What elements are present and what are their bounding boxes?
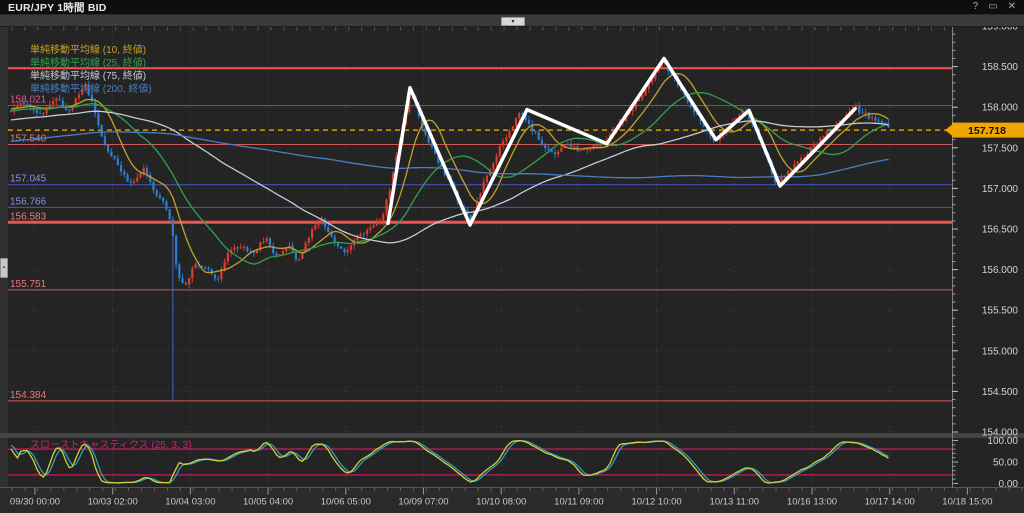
- legend-entry: 単純移動平均線 (75, 終値): [30, 69, 146, 82]
- time-tick-label: 10/03 02:00: [88, 497, 138, 508]
- window-controls: ? ▭ ✕: [973, 0, 1016, 14]
- time-tick-label: 10/09 07:00: [398, 497, 448, 508]
- titlebar: EUR/JPY 1時間 BID ? ▭ ✕: [0, 0, 1024, 14]
- time-tick-label: 10/13 11:00: [710, 497, 759, 508]
- level-label: 154.384: [10, 390, 47, 401]
- level-label: 156.766: [10, 196, 47, 207]
- time-tick-label: 10/06 05:00: [321, 497, 371, 508]
- stochastic-label: スローストキャスティクス (25, 3, 3): [30, 439, 191, 451]
- window-title: EUR/JPY 1時間 BID: [8, 0, 107, 15]
- time-tick-label: 10/10 08:00: [476, 497, 526, 508]
- time-tick-label: 10/11 09:00: [554, 497, 603, 508]
- current-price-value: 157.718: [968, 125, 1006, 137]
- help-button[interactable]: ?: [973, 0, 979, 14]
- time-tick-label: 10/04 03:00: [165, 497, 215, 508]
- level-label: 158.021: [10, 94, 47, 105]
- price-tick-label: 159.000: [982, 27, 1019, 33]
- price-tick-label: 158.000: [982, 103, 1019, 114]
- price-tick-label: 157.500: [982, 143, 1019, 154]
- restore-button[interactable]: ▭: [988, 0, 997, 14]
- side-panel-handle[interactable]: ▪: [0, 258, 8, 278]
- stoch-tick-label: 0.00: [999, 479, 1019, 490]
- toolbar-collapse-button[interactable]: ▾: [501, 17, 525, 26]
- price-chart-canvas[interactable]: 158.021157.540157.045156.766156.583155.7…: [0, 27, 1024, 513]
- price-tick-label: 158.500: [982, 62, 1019, 73]
- time-tick-label: 10/05 04:00: [243, 497, 293, 508]
- price-tick-label: 156.500: [982, 225, 1019, 236]
- chart-background: [0, 27, 1024, 488]
- price-tick-label: 154.500: [982, 387, 1019, 398]
- time-tick-label: 10/18 15:00: [942, 497, 992, 508]
- chart-window: EUR/JPY 1時間 BID ? ▭ ✕ ▾ 158.021157.54015…: [0, 0, 1024, 513]
- current-price-badge: 157.718: [945, 123, 1024, 138]
- level-label: 155.751: [10, 279, 47, 290]
- legend-entry: 単純移動平均線 (25, 終値): [30, 56, 146, 69]
- price-tick-label: 155.000: [982, 346, 1019, 357]
- time-tick-label: 09/30 00:00: [10, 497, 60, 508]
- time-tick-label: 10/12 10:00: [632, 497, 682, 508]
- legend-entry: 単純移動平均線 (10, 終値): [30, 43, 146, 56]
- level-label: 156.583: [10, 211, 47, 222]
- close-button[interactable]: ✕: [1008, 0, 1016, 14]
- stoch-tick-label: 100.00: [987, 436, 1018, 447]
- toolbar: ▾: [0, 14, 1024, 27]
- level-label: 157.045: [10, 174, 47, 185]
- price-tick-label: 156.000: [982, 265, 1019, 276]
- price-tick-label: 155.500: [982, 306, 1019, 317]
- price-tick-label: 157.000: [982, 184, 1019, 195]
- stoch-tick-label: 50.00: [993, 458, 1018, 469]
- time-tick-label: 10/17 14:00: [865, 497, 915, 508]
- legend-entry: 単純移動平均線 (200, 終値): [30, 82, 152, 95]
- time-tick-label: 10/16 13:00: [787, 497, 837, 508]
